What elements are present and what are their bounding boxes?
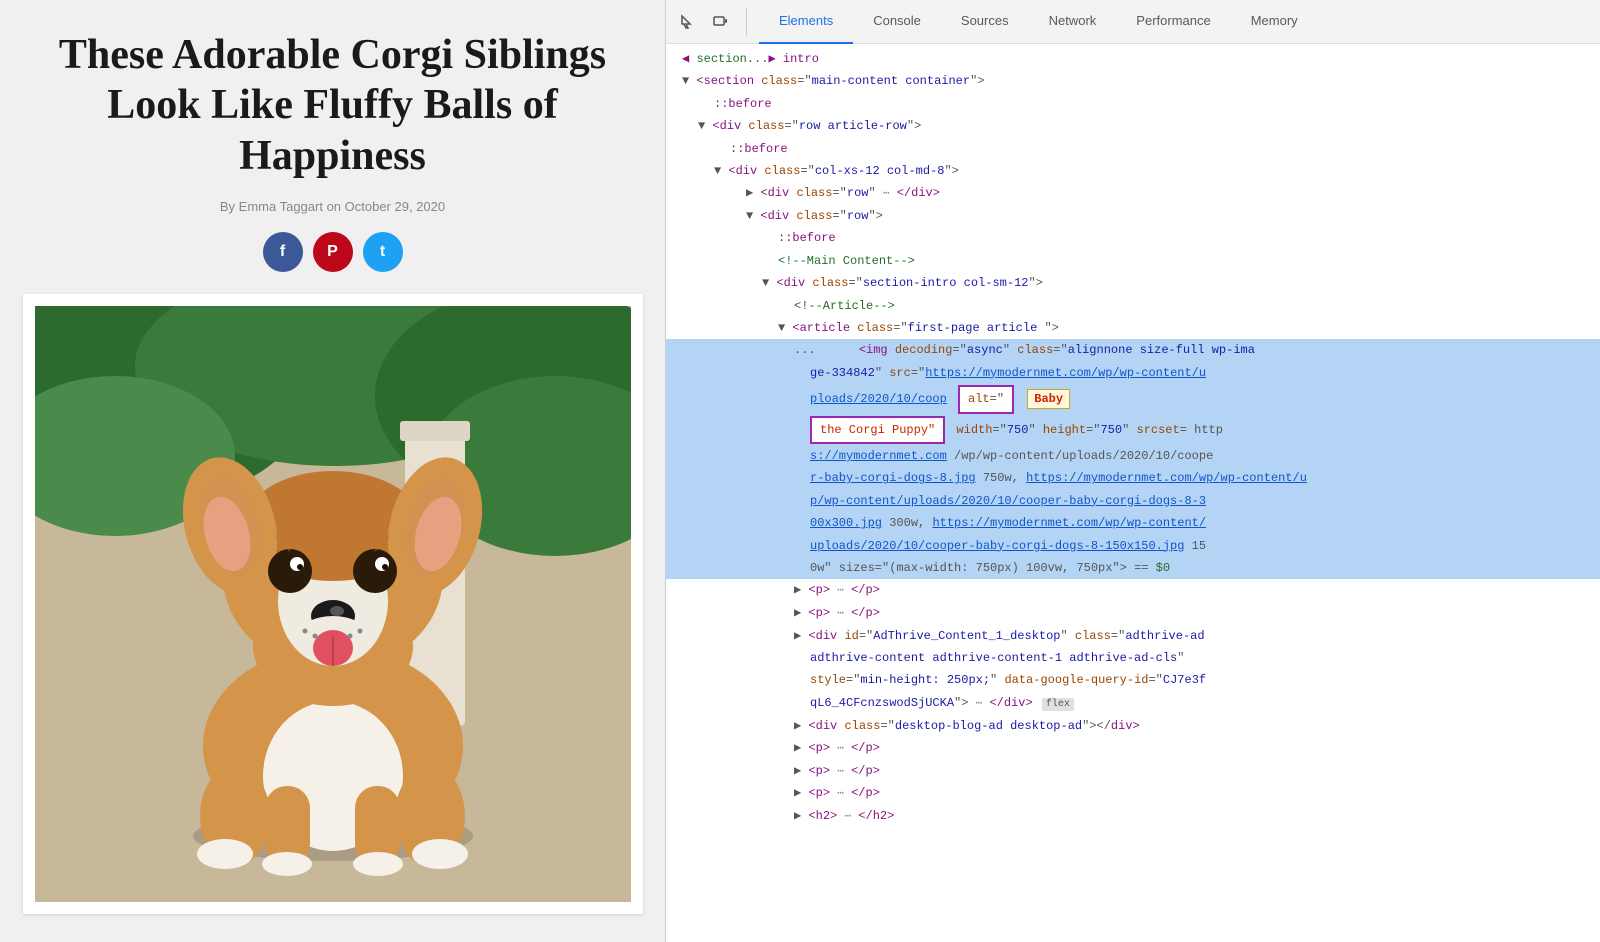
dom-line-p1[interactable]: ▶ <p> ⋯ </p> — [666, 579, 1600, 602]
dom-line-img-srcset5[interactable]: uploads/2020/10/cooper-baby-corgi-dogs-8… — [666, 535, 1600, 557]
devtools-panel: Elements Console Sources Network Perform… — [665, 0, 1600, 942]
article-title: These Adorable Corgi SiblingsLook Like F… — [59, 30, 606, 181]
dom-line-p2[interactable]: ▶ <p> ⋯ </p> — [666, 602, 1600, 625]
devtools-icon-group — [674, 8, 747, 36]
devtools-toolbar: Elements Console Sources Network Perform… — [666, 0, 1600, 44]
dom-line-section-main[interactable]: ▼ <section class="main-content container… — [666, 70, 1600, 92]
article-image-container — [23, 294, 643, 914]
dom-line-section-comment[interactable]: ◀ section...▶ intro — [666, 48, 1600, 70]
dom-tree-area: ◀ section...▶ intro ▼ <section class="ma… — [666, 44, 1600, 942]
dom-line-adthrive-style[interactable]: style="min-height: 250px;" data-google-q… — [666, 669, 1600, 691]
dom-tree[interactable]: ◀ section...▶ intro ▼ <section class="ma… — [666, 44, 1600, 942]
facebook-icon: f — [280, 243, 285, 261]
dom-line-img-srcset1[interactable]: s://mymodernmet.com /wp/wp-content/uploa… — [666, 445, 1600, 467]
dom-pseudo-before-1: ::before — [666, 93, 1600, 115]
dom-line-div-row-collapsed[interactable]: ▶ <div class="row" ⋯ </div> — [666, 182, 1600, 205]
dom-line-img-1[interactable]: ... <img decoding="async" class="alignno… — [666, 339, 1600, 361]
tab-network[interactable]: Network — [1029, 0, 1117, 44]
dom-line-img-srcset4[interactable]: 00x300.jpg 300w, https://mymodernmet.com… — [666, 512, 1600, 534]
dom-comment-article: <!--Article--> — [666, 295, 1600, 317]
dom-line-adthrive[interactable]: ▶ <div id="AdThrive_Content_1_desktop" c… — [666, 625, 1600, 647]
webpage-preview: These Adorable Corgi SiblingsLook Like F… — [0, 0, 665, 942]
dom-line-p4[interactable]: ▶ <p> ⋯ </p> — [666, 760, 1600, 783]
pinterest-button[interactable]: P — [313, 232, 353, 272]
inspect-element-icon[interactable] — [674, 8, 702, 36]
dom-line-img-2[interactable]: ge-334842" src="https://mymodernmet.com/… — [666, 362, 1600, 384]
devtools-tabs: Elements Console Sources Network Perform… — [759, 0, 1318, 44]
twitter-icon: t — [380, 243, 385, 261]
tab-console[interactable]: Console — [853, 0, 941, 44]
article-meta: By Emma Taggart on October 29, 2020 — [220, 199, 445, 214]
dom-comment-main: <!--Main Content--> — [666, 250, 1600, 272]
social-buttons: f P t — [263, 232, 403, 272]
tab-sources[interactable]: Sources — [941, 0, 1029, 44]
tab-elements[interactable]: Elements — [759, 0, 853, 44]
dom-line-p5[interactable]: ▶ <p> ⋯ </p> — [666, 782, 1600, 805]
dom-line-img-attr[interactable]: the Corgi Puppy" width="750" height="750… — [666, 415, 1600, 445]
dom-line-adthrive-2[interactable]: adthrive-content adthrive-content-1 adth… — [666, 647, 1600, 669]
twitter-button[interactable]: t — [363, 232, 403, 272]
dom-line-adthrive-id[interactable]: qL6_4CFcnzswodSjUCKA"> ⋯ </div> flex — [666, 692, 1600, 715]
dom-line-div-section-intro[interactable]: ▼ <div class="section-intro col-sm-12"> — [666, 272, 1600, 294]
dom-line-img-end[interactable]: 0w" sizes="(max-width: 750px) 100vw, 750… — [666, 557, 1600, 579]
dom-line-img-srcset3[interactable]: p/wp-content/uploads/2020/10/cooper-baby… — [666, 490, 1600, 512]
dom-line-img-tooltip[interactable]: ploads/2020/10/coop alt=" Baby — [666, 384, 1600, 414]
tab-memory[interactable]: Memory — [1231, 0, 1318, 44]
pinterest-icon: P — [327, 243, 338, 261]
dom-line-div-row-open[interactable]: ▼ <div class="row"> — [666, 205, 1600, 227]
dom-pseudo-before-3: ::before — [666, 227, 1600, 249]
dom-line-article[interactable]: ▼ <article class="first-page article "> — [666, 317, 1600, 339]
dom-pseudo-before-2: ::before — [666, 138, 1600, 160]
tab-performance[interactable]: Performance — [1116, 0, 1230, 44]
dom-line-p3[interactable]: ▶ <p> ⋯ </p> — [666, 737, 1600, 760]
device-toggle-icon[interactable] — [706, 8, 734, 36]
dom-line-img-srcset2[interactable]: r-baby-corgi-dogs-8.jpg 750w, https://my… — [666, 467, 1600, 489]
dom-line-h2[interactable]: ▶ <h2> ⋯ </h2> — [666, 805, 1600, 828]
dom-line-div-row-article[interactable]: ▼ <div class="row article-row"> — [666, 115, 1600, 137]
corgi-image — [35, 306, 631, 902]
facebook-button[interactable]: f — [263, 232, 303, 272]
dom-line-desktop-ad[interactable]: ▶ <div class="desktop-blog-ad desktop-ad… — [666, 715, 1600, 737]
dom-line-div-col[interactable]: ▼ <div class="col-xs-12 col-md-8"> — [666, 160, 1600, 182]
